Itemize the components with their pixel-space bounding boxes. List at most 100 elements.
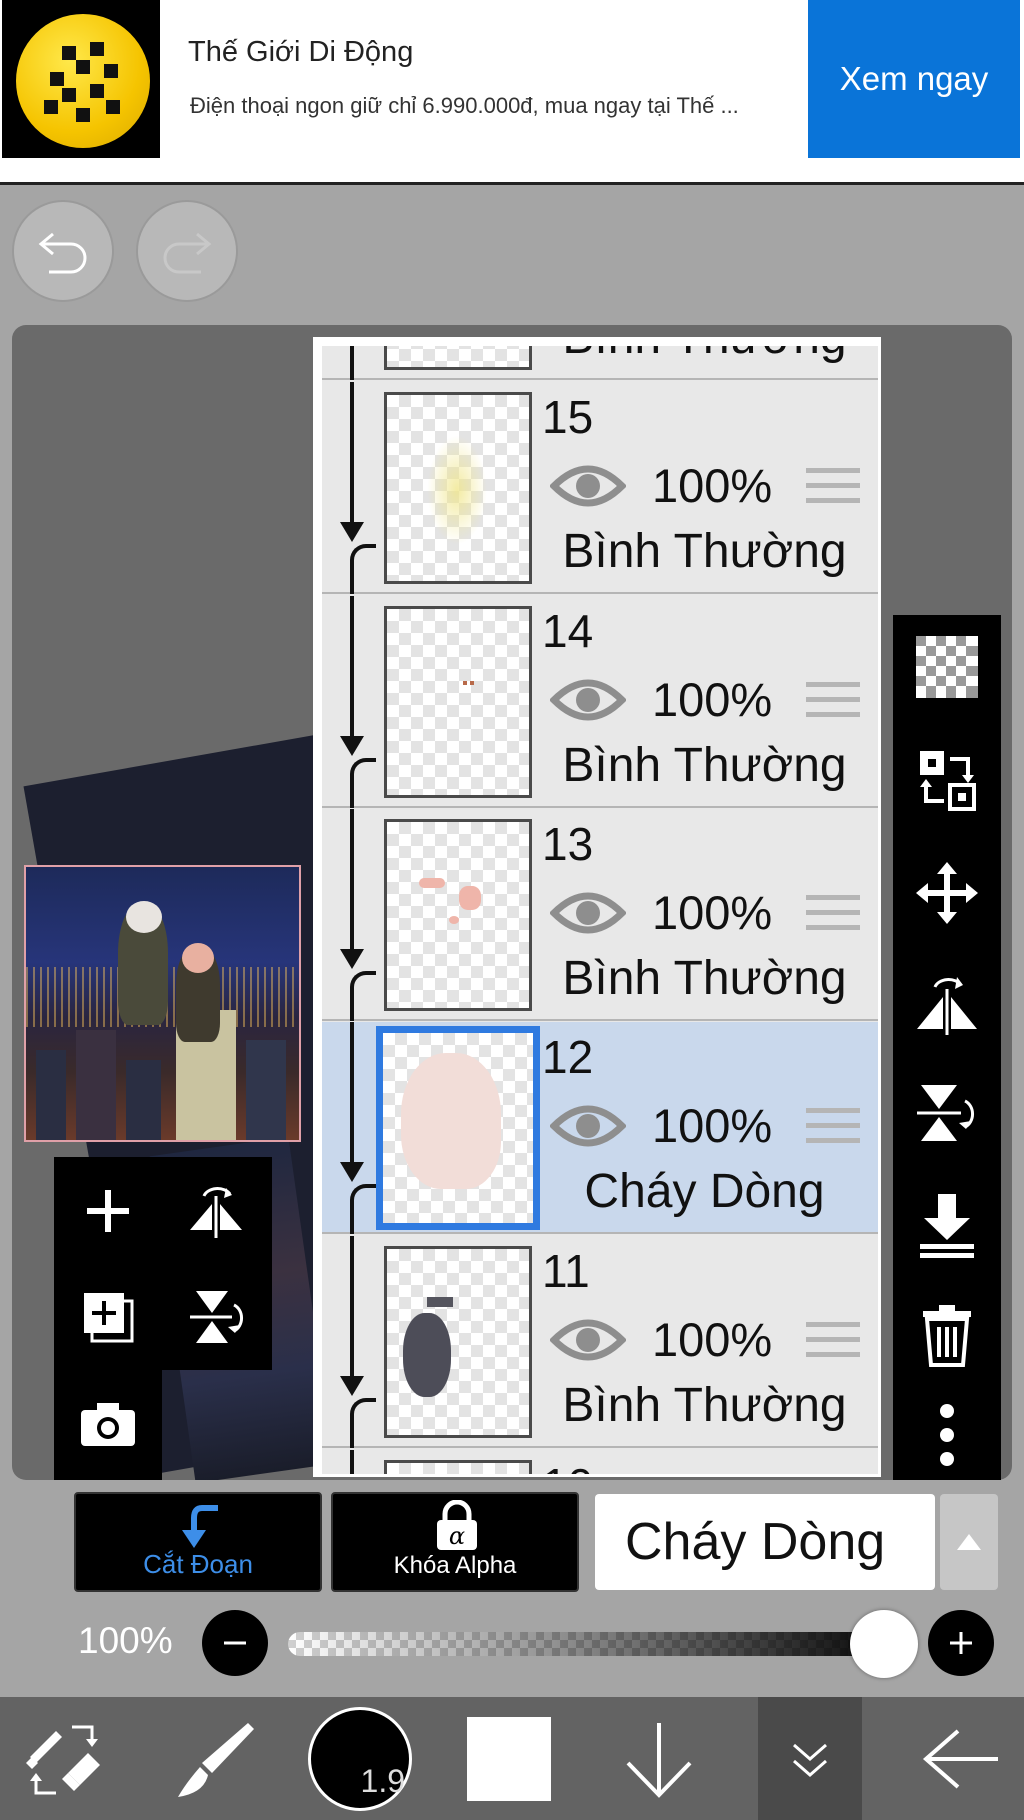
arrow-down-icon <box>626 1722 692 1798</box>
flip-vertical-button[interactable] <box>907 1073 987 1153</box>
undo-button[interactable] <box>12 200 114 302</box>
layer-opacity: 100% <box>652 1313 773 1366</box>
add-layer-button[interactable] <box>68 1171 148 1251</box>
layer-row[interactable]: 15 100% Bình Thường <box>322 382 878 594</box>
opacity-value-label: 100% <box>78 1620 173 1661</box>
alpha-lock-button[interactable]: α Khóa Alpha <box>331 1492 579 1592</box>
drag-handle-icon[interactable] <box>806 682 860 722</box>
ad-cta-button[interactable]: Xem ngay <box>808 0 1020 158</box>
layer-opacity: 100% <box>652 673 773 726</box>
eye-icon[interactable] <box>550 1312 626 1368</box>
layer-row-selected[interactable]: 12 100% Cháy Dòng <box>322 1022 878 1234</box>
camera-button[interactable] <box>68 1384 148 1464</box>
layer-row[interactable]: 13 100% Bình Thường <box>322 809 878 1021</box>
duplicate-layer-button[interactable] <box>68 1277 148 1357</box>
lock-icon: α <box>437 1500 477 1550</box>
layer-tools-panel <box>54 1157 272 1370</box>
flip-vertical-button[interactable] <box>176 1277 256 1357</box>
swap-layer-button[interactable] <box>907 740 987 820</box>
camera-panel <box>54 1370 162 1480</box>
duplicate-layer-icon <box>84 1293 134 1343</box>
clip-arrow-icon <box>340 949 364 969</box>
transparency-button[interactable] <box>907 627 987 707</box>
merge-down-button[interactable] <box>907 1185 987 1265</box>
drag-handle-icon[interactable] <box>806 1108 860 1148</box>
eye-icon[interactable] <box>550 885 626 941</box>
flip-horizontal-button[interactable] <box>176 1171 256 1251</box>
layer-list[interactable]: Bình Thường 15 100% Bình Thường 14 100% <box>313 337 881 1477</box>
clipping-label: Cắt Đoạn <box>143 1549 253 1579</box>
ad-text[interactable]: Thế Giới Di Động Điện thoại ngon giữ chỉ… <box>160 0 808 158</box>
flip-horizontal-button[interactable] <box>907 963 987 1043</box>
flip-vertical-icon <box>190 1291 243 1343</box>
layer-row[interactable]: 14 100% Bình Thường <box>322 596 878 808</box>
brand-logo-icon <box>16 14 150 148</box>
delete-layer-button[interactable] <box>907 1295 987 1375</box>
ad-title: Thế Giới Di Động <box>188 36 414 68</box>
layer-blend-mode: Bình Thường <box>542 346 867 365</box>
clipping-button[interactable]: Cắt Đoạn <box>74 1492 322 1592</box>
ad-logo <box>2 0 160 158</box>
eye-icon[interactable] <box>550 458 626 514</box>
canvas-preview-thumbnail[interactable] <box>24 865 301 1142</box>
redo-button[interactable] <box>136 200 238 302</box>
alpha-lock-label: Khóa Alpha <box>393 1552 517 1579</box>
brush-icon <box>178 1722 254 1797</box>
move-button[interactable] <box>907 853 987 933</box>
layer-number: 13 <box>542 818 594 870</box>
opacity-slider[interactable] <box>288 1632 908 1656</box>
layer-opacity: 100% <box>652 459 773 512</box>
scroll-down-button[interactable] <box>600 1697 718 1820</box>
blend-mode-select[interactable]: Cháy Dòng <box>595 1494 935 1590</box>
layer-blend-mode: Bình Thường <box>562 1379 847 1432</box>
layer-thumbnail <box>384 1246 532 1438</box>
brush-eraser-swap-icon <box>26 1725 100 1794</box>
ad-subtitle: Điện thoại ngon giữ chỉ 6.990.000đ, mua … <box>190 93 739 118</box>
move-icon <box>916 862 978 924</box>
eye-icon[interactable] <box>550 672 626 728</box>
layer-thumbnail <box>384 819 532 1011</box>
clip-arrow-icon <box>340 1376 364 1396</box>
clip-arrow-icon <box>182 1505 218 1548</box>
brush-size-value: 1.9 <box>360 1762 405 1799</box>
ad-banner[interactable]: Thế Giới Di Động Điện thoại ngon giữ chỉ… <box>0 0 1024 185</box>
layer-number: 11 <box>542 1245 590 1297</box>
minus-icon <box>224 1641 246 1645</box>
camera-icon <box>81 1403 135 1446</box>
drag-handle-icon[interactable] <box>806 895 860 935</box>
brush-button[interactable] <box>150 1697 278 1820</box>
opacity-slider-knob[interactable] <box>850 1610 918 1678</box>
checkerboard-icon <box>916 636 978 698</box>
brush-size-button[interactable]: 1.9 <box>300 1697 420 1820</box>
back-button[interactable] <box>900 1697 1024 1820</box>
drag-handle-icon[interactable] <box>806 1322 860 1362</box>
merge-down-icon <box>920 1194 974 1258</box>
layer-blend-mode: Bình Thường <box>562 525 847 578</box>
opacity-increase-button[interactable] <box>928 1610 994 1676</box>
clip-arrow-icon <box>340 1162 364 1182</box>
blend-mode-dropdown-button[interactable] <box>940 1494 998 1590</box>
color-button[interactable] <box>450 1697 568 1820</box>
layer-opacity: 100% <box>652 1099 773 1152</box>
undo-icon <box>38 232 87 274</box>
more-options-button[interactable] <box>907 1395 987 1475</box>
tool-switch-button[interactable] <box>0 1697 128 1820</box>
layer-row[interactable]: 10 <box>322 1450 878 1474</box>
clip-arrow-icon <box>340 736 364 756</box>
eye-icon[interactable] <box>550 1098 626 1154</box>
layers-button[interactable] <box>758 1697 862 1820</box>
layer-number: 12 <box>542 1031 594 1083</box>
layer-row[interactable]: Bình Thường <box>322 346 878 380</box>
layer-number: 15 <box>542 391 594 443</box>
swap-icon <box>920 751 976 811</box>
layer-thumbnail <box>384 1460 532 1474</box>
redo-icon <box>163 232 212 274</box>
drag-handle-icon[interactable] <box>806 468 860 508</box>
layer-thumbnail <box>384 392 532 584</box>
more-vertical-icon <box>940 1404 954 1466</box>
layer-row[interactable]: 11 100% Bình Thường <box>322 1236 878 1448</box>
flip-vertical-icon <box>917 1085 974 1141</box>
opacity-decrease-button[interactable] <box>202 1610 268 1676</box>
layer-blend-mode: Bình Thường <box>562 739 847 792</box>
layer-number: 14 <box>542 605 594 657</box>
